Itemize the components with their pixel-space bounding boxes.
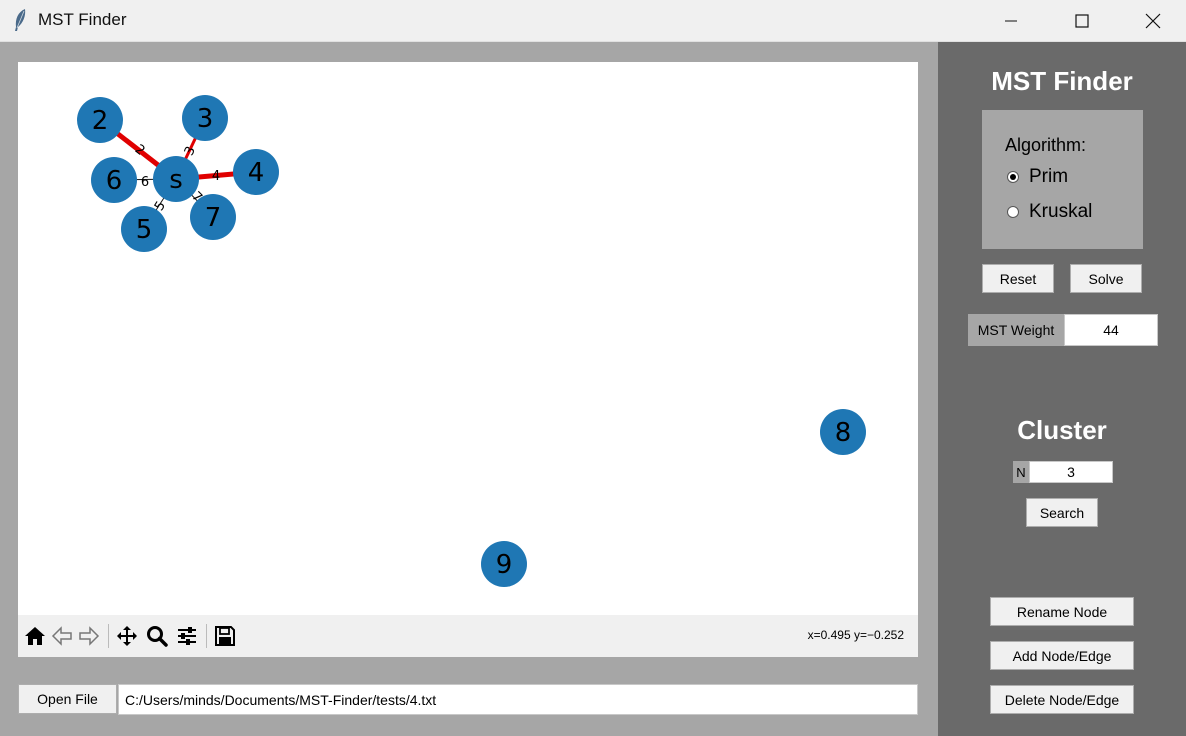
rename-node-button[interactable]: Rename Node	[990, 597, 1134, 626]
window-title: MST Finder	[38, 10, 127, 29]
graph-node[interactable]: 5	[121, 206, 167, 252]
maximize-button[interactable]	[1047, 0, 1117, 42]
graph-node[interactable]: 3	[182, 95, 228, 141]
back-arrow-icon[interactable]	[50, 624, 74, 648]
radio-kruskal[interactable]: Kruskal	[1007, 201, 1092, 223]
plot-toolbar: x=0.495 y=−0.252	[18, 615, 918, 657]
radio-selected-icon[interactable]	[1007, 171, 1019, 183]
toolbar-divider	[206, 624, 207, 648]
edge-weight-label: 6	[141, 175, 149, 190]
algorithm-label: Algorithm:	[1005, 135, 1087, 155]
edge-weight-label: 4	[212, 169, 220, 184]
solve-button[interactable]: Solve	[1070, 264, 1142, 293]
svg-text:s: s	[169, 165, 183, 195]
control-sidebar: MST Finder Algorithm: Prim Kruskal Reset…	[938, 42, 1186, 736]
pan-icon[interactable]	[115, 624, 139, 648]
file-path-field[interactable]: C:/Users/minds/Documents/MST-Finder/test…	[118, 684, 918, 715]
graph-node[interactable]: 9	[481, 541, 527, 587]
graph-node[interactable]: 7	[190, 194, 236, 240]
cursor-coordinates: x=0.495 y=−0.252	[807, 628, 904, 642]
delete-node-edge-button[interactable]: Delete Node/Edge	[990, 685, 1134, 714]
svg-text:7: 7	[205, 203, 222, 233]
svg-text:4: 4	[248, 158, 265, 188]
radio-unselected-icon[interactable]	[1007, 206, 1019, 218]
svg-text:5: 5	[136, 215, 153, 245]
feather-icon	[12, 8, 28, 32]
forward-arrow-icon[interactable]	[77, 624, 101, 648]
graph-node[interactable]: 6	[91, 157, 137, 203]
graph-node[interactable]: 8	[820, 409, 866, 455]
radio-prim[interactable]: Prim	[1007, 166, 1068, 188]
svg-text:3: 3	[197, 104, 214, 134]
svg-text:2: 2	[92, 106, 109, 136]
graph-node[interactable]: s	[153, 156, 199, 202]
configure-subplots-icon[interactable]	[175, 624, 199, 648]
close-button[interactable]	[1118, 0, 1186, 42]
algorithm-panel: Algorithm: Prim Kruskal	[982, 110, 1143, 249]
svg-text:8: 8	[835, 418, 852, 448]
sidebar-title: MST Finder	[991, 66, 1133, 96]
search-button[interactable]: Search	[1026, 498, 1098, 527]
svg-text:9: 9	[496, 550, 513, 580]
graph-node[interactable]: 2	[77, 97, 123, 143]
add-node-edge-button[interactable]: Add Node/Edge	[990, 641, 1134, 670]
reset-button[interactable]: Reset	[982, 264, 1054, 293]
graph-canvas[interactable]: 2 3 6 4 5 7 2 3 6 s 4 7 5 8 9	[18, 62, 918, 615]
minimize-button[interactable]	[976, 0, 1046, 42]
mst-weight-value: 44	[1064, 314, 1158, 346]
open-file-button[interactable]: Open File	[18, 684, 117, 714]
home-icon[interactable]	[23, 624, 47, 648]
toolbar-divider	[108, 624, 109, 648]
svg-text:6: 6	[106, 166, 123, 196]
cluster-title: Cluster	[1017, 415, 1107, 445]
mst-weight-label: MST Weight	[968, 314, 1064, 346]
title-bar: MST Finder	[0, 0, 1186, 42]
n-input[interactable]: 3	[1029, 461, 1113, 483]
save-icon[interactable]	[213, 624, 237, 648]
n-label: N	[1013, 461, 1029, 483]
graph-node[interactable]: 4	[233, 149, 279, 195]
zoom-icon[interactable]	[145, 624, 169, 648]
